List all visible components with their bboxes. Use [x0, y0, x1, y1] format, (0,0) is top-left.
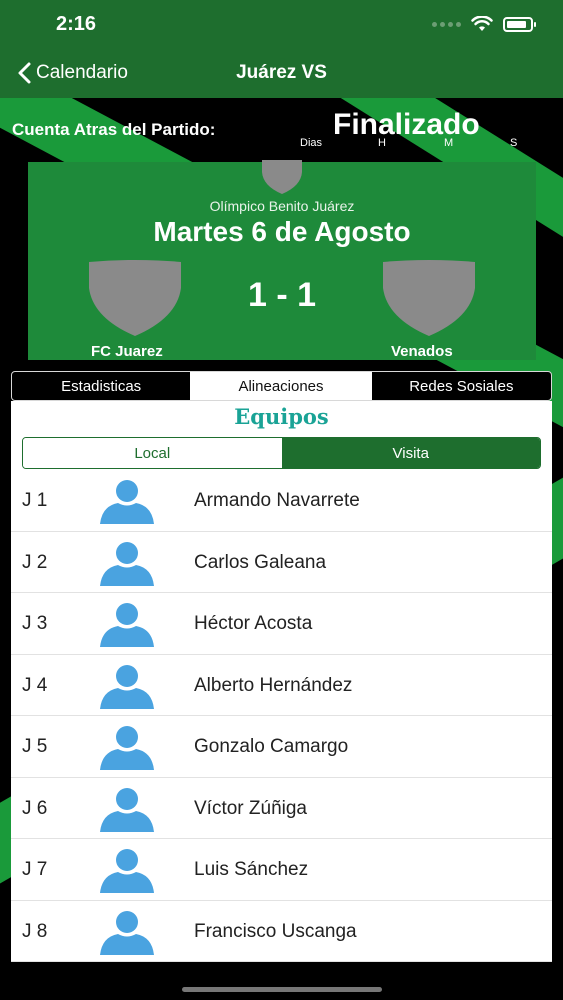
battery-icon: [503, 16, 536, 32]
player-number: J 3: [22, 613, 48, 634]
countdown-unit-hours: H: [378, 137, 386, 149]
avatar-icon: [100, 480, 154, 524]
player-row[interactable]: J 8 Francisco Uscanga: [11, 901, 552, 962]
player-row[interactable]: J 2 Carlos Galeana: [11, 532, 552, 593]
section-tabs: Estadisticas Alineaciones Redes Sosiales: [11, 371, 552, 401]
countdown-status: Finalizado: [333, 108, 480, 141]
toggle-visita[interactable]: Visita: [281, 438, 540, 468]
team-toggle: Local Visita: [22, 437, 541, 469]
status-bar: 2:16: [0, 0, 563, 50]
status-time: 2:16: [56, 13, 97, 35]
countdown-unit-seconds: S: [510, 137, 518, 149]
match-date: Martes 6 de Agosto: [153, 216, 411, 247]
home-team-name: FC Juarez: [91, 343, 163, 360]
player-name: Carlos Galeana: [194, 551, 327, 573]
tab-alineaciones[interactable]: Alineaciones: [190, 372, 372, 400]
lineup-panel: Equipos Local Visita J 1 Armando Navarret…: [11, 401, 552, 962]
player-name: Víctor Zúñiga: [194, 797, 307, 819]
signal-icon: [432, 21, 461, 27]
tab-estadisticas[interactable]: Estadisticas: [12, 372, 190, 400]
lineup-title: Equipos: [234, 404, 329, 429]
avatar-icon: [100, 603, 154, 647]
nav-bar: Calendario Juárez VS: [0, 50, 563, 98]
player-number: J 7: [22, 859, 48, 880]
player-row[interactable]: J 4 Alberto Hernández: [11, 655, 552, 716]
player-name: Héctor Acosta: [194, 613, 313, 634]
stadium-name: Olímpico Benito Juárez: [209, 198, 355, 214]
avatar-icon: [100, 849, 154, 893]
countdown-unit-minutes: M: [444, 137, 454, 149]
player-row[interactable]: J 1 Armando Navarrete: [11, 470, 552, 532]
player-row[interactable]: J 5 Gonzalo Camargo: [11, 716, 552, 778]
player-name: Francisco Uscanga: [194, 920, 357, 942]
match-score: 1 - 1: [247, 276, 317, 314]
player-row[interactable]: J 6 Víctor Zúñiga: [11, 778, 552, 839]
status-icons: [432, 16, 536, 32]
away-team-name: Venados: [391, 343, 453, 360]
avatar-icon: [100, 910, 154, 955]
player-number: J 2: [22, 551, 48, 573]
page-title: Juárez VS: [236, 62, 327, 83]
toggle-local[interactable]: Local: [23, 438, 282, 468]
countdown-unit-days: Dias: [300, 137, 323, 149]
avatar-icon: [100, 541, 154, 586]
player-row[interactable]: J 3 Héctor Acosta: [11, 593, 552, 655]
tab-redes-sociales[interactable]: Redes Sosiales: [372, 372, 551, 400]
league-emblem-icon: [262, 160, 302, 194]
player-name: Armando Navarrete: [194, 490, 360, 511]
player-row[interactable]: J 7 Luis Sánchez: [11, 839, 552, 901]
player-number: J 4: [22, 674, 48, 696]
avatar-icon: [100, 726, 154, 770]
home-indicator[interactable]: [182, 987, 382, 992]
player-name: Gonzalo Camargo: [194, 736, 349, 757]
player-number: J 8: [22, 920, 48, 942]
player-number: J 1: [22, 490, 48, 511]
player-number: J 6: [22, 797, 48, 819]
player-number: J 5: [22, 736, 48, 757]
countdown-label: Cuenta Atras del Partido:: [12, 120, 216, 139]
avatar-icon: [100, 787, 154, 832]
player-name: Luis Sánchez: [194, 859, 309, 880]
player-name: Alberto Hernández: [194, 674, 353, 696]
player-list: J 1 Armando Navarrete J 2 Carlos Galeana J 3…: [11, 470, 552, 962]
avatar-icon: [100, 664, 154, 709]
wifi-icon: [471, 16, 493, 31]
